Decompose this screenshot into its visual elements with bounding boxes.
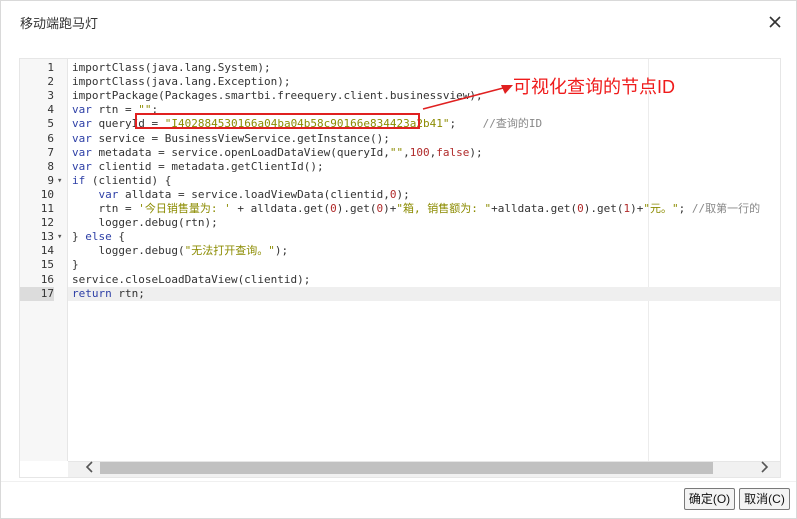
- code-token: rtn =: [91, 103, 139, 117]
- code-token: importClass(java.lang.System);: [72, 61, 271, 74]
- chevron-right-icon[interactable]: [759, 460, 769, 474]
- code-token: '今日销售量为: ': [138, 202, 231, 215]
- chevron-left-icon[interactable]: [85, 460, 95, 474]
- line-number: 15: [40, 258, 54, 272]
- dialog-titlebar: 移动端跑马灯: [1, 1, 796, 43]
- code-token: )+: [383, 202, 397, 215]
- code-token: {: [111, 230, 125, 244]
- code-token: )+: [630, 202, 644, 215]
- line-number-gutter: 1 2 3 4 5 6 7 8 9 ▾ 10 11 12 13 ▾ 14 15 16 17: [20, 59, 68, 461]
- code-token: var: [72, 117, 92, 131]
- code-token: }: [72, 258, 79, 272]
- line-number: 12: [40, 216, 54, 230]
- code-token: var: [98, 187, 119, 201]
- line-number: 11: [40, 202, 54, 215]
- line-number: 2: [47, 75, 54, 89]
- code-line[interactable]: var alldata = service.loadViewData(clien…: [72, 188, 410, 202]
- scrollbar-thumb[interactable]: [100, 462, 713, 474]
- code-token: var: [72, 131, 92, 145]
- code-token: var: [72, 103, 92, 117]
- code-token: "无法打开查询。": [184, 244, 275, 258]
- line-number: 5: [47, 117, 54, 131]
- code-token: alldata = service.loadViewData(clientid,: [118, 187, 390, 201]
- code-line[interactable]: var clientid = metadata.getClientId();: [72, 160, 324, 174]
- query-id-highlight-box: [135, 113, 420, 129]
- active-line-highlight: [68, 286, 780, 301]
- code-token: );: [469, 145, 483, 159]
- code-token: ).get(: [336, 202, 377, 215]
- code-token: +alldata.get(: [491, 202, 578, 215]
- code-token: "箱, 销售额为: ": [396, 202, 492, 215]
- line-number: 8: [47, 159, 54, 173]
- code-token: rtn =: [72, 202, 139, 215]
- code-token: ;: [678, 202, 692, 215]
- code-token: var: [72, 145, 92, 159]
- line-number: 9: [47, 173, 54, 187]
- code-token: ;: [449, 117, 483, 131]
- code-token: 0: [577, 202, 584, 215]
- code-token: }: [72, 230, 86, 244]
- code-token: logger.debug(: [72, 244, 185, 258]
- cancel-button[interactable]: 取消(C): [739, 488, 790, 510]
- code-token: service = BusinessViewService.getInstanc…: [91, 131, 390, 145]
- code-token: 0: [330, 202, 337, 215]
- code-line[interactable]: var metadata = service.openLoadDataView(…: [72, 146, 483, 160]
- code-token: );: [396, 187, 410, 201]
- code-token: logger.debug(rtn);: [72, 216, 218, 230]
- code-line[interactable]: service.closeLoadDataView(clientid);: [72, 273, 310, 287]
- code-line[interactable]: return rtn;: [72, 287, 145, 301]
- line-number: 7: [47, 145, 54, 159]
- line-number: 1: [47, 61, 54, 74]
- code-token: );: [274, 244, 289, 258]
- fold-toggle-icon[interactable]: ▾: [57, 174, 67, 188]
- annotation-arrow: [422, 85, 513, 110]
- line-number: 3: [47, 89, 54, 103]
- dialog-title: 移动端跑马灯: [20, 16, 99, 31]
- code-token: (clientid) {: [85, 173, 172, 187]
- dialog: 移动端跑马灯 1 2 3 4 5 6 7 8 9 ▾ 10 11 12 13 ▾ 14 15 16 17 impor…: [0, 0, 797, 519]
- code-token: if: [72, 173, 86, 187]
- line-number: 17: [20, 286, 54, 301]
- code-token: clientid = metadata.getClientId();: [91, 159, 324, 173]
- code-token: else: [85, 230, 112, 244]
- footer-divider: [1, 481, 796, 482]
- line-number: 4: [47, 103, 54, 117]
- code-token: "": [389, 145, 404, 159]
- ok-button[interactable]: 确定(O): [684, 488, 735, 510]
- code-line[interactable]: importClass(java.lang.Exception);: [72, 75, 291, 89]
- code-token: rtn;: [111, 286, 145, 300]
- code-token: var: [72, 159, 92, 173]
- code-token: 0: [389, 187, 397, 201]
- line-number: 16: [40, 272, 54, 286]
- code-line[interactable]: rtn = '今日销售量为: ' + alldata.get(0).get(0)…: [72, 202, 760, 216]
- code-line[interactable]: if (clientid) {: [72, 174, 171, 188]
- close-icon[interactable]: [766, 13, 784, 31]
- code-token: ).get(: [583, 202, 624, 215]
- code-token: metadata = service.openLoadDataView(quer…: [91, 145, 390, 159]
- code-line[interactable]: importClass(java.lang.System);: [72, 61, 271, 75]
- code-token: false: [436, 145, 470, 159]
- code-line[interactable]: } else {: [72, 230, 125, 244]
- line-number: 14: [40, 244, 54, 258]
- line-number: 10: [40, 187, 54, 201]
- annotation-label: 可视化查询的节点ID: [513, 77, 675, 97]
- line-number: 6: [47, 131, 54, 145]
- code-line[interactable]: }: [72, 258, 79, 272]
- code-token: + alldata.get(: [230, 202, 331, 215]
- code-token: //查询的ID: [482, 117, 543, 131]
- code-token: "元。": [643, 202, 679, 215]
- code-token: importClass(java.lang.Exception);: [72, 75, 291, 89]
- code-token: service.closeLoadDataView(clientid);: [72, 272, 311, 286]
- line-number: 13: [40, 230, 54, 244]
- print-margin: [648, 59, 649, 461]
- code-token: ,: [403, 145, 410, 159]
- code-line[interactable]: logger.debug(rtn);: [72, 216, 218, 230]
- code-line[interactable]: logger.debug("无法打开查询。");: [72, 244, 288, 258]
- code-token: 100: [409, 145, 430, 159]
- code-token: return: [72, 286, 112, 300]
- code-token: //取第一行的: [691, 202, 761, 215]
- fold-toggle-icon[interactable]: ▾: [57, 230, 67, 244]
- code-line[interactable]: var service = BusinessViewService.getIns…: [72, 132, 390, 146]
